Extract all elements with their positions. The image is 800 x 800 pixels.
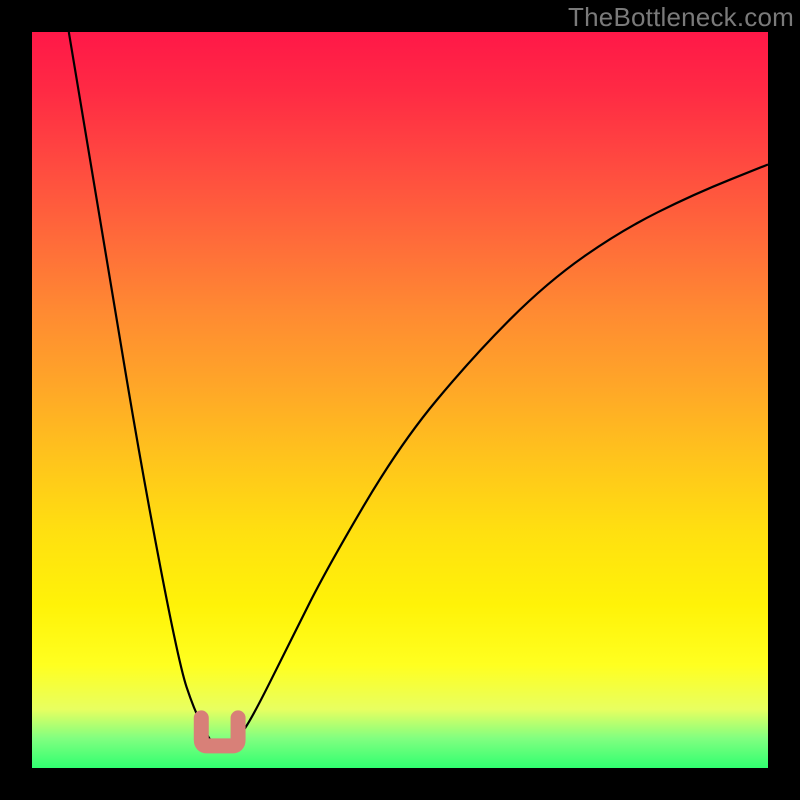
watermark-text: TheBottleneck.com [568,2,794,33]
bottleneck-curve [69,32,768,746]
chart-frame [32,32,768,768]
minimum-marker [201,718,238,746]
chart-svg [32,32,768,768]
